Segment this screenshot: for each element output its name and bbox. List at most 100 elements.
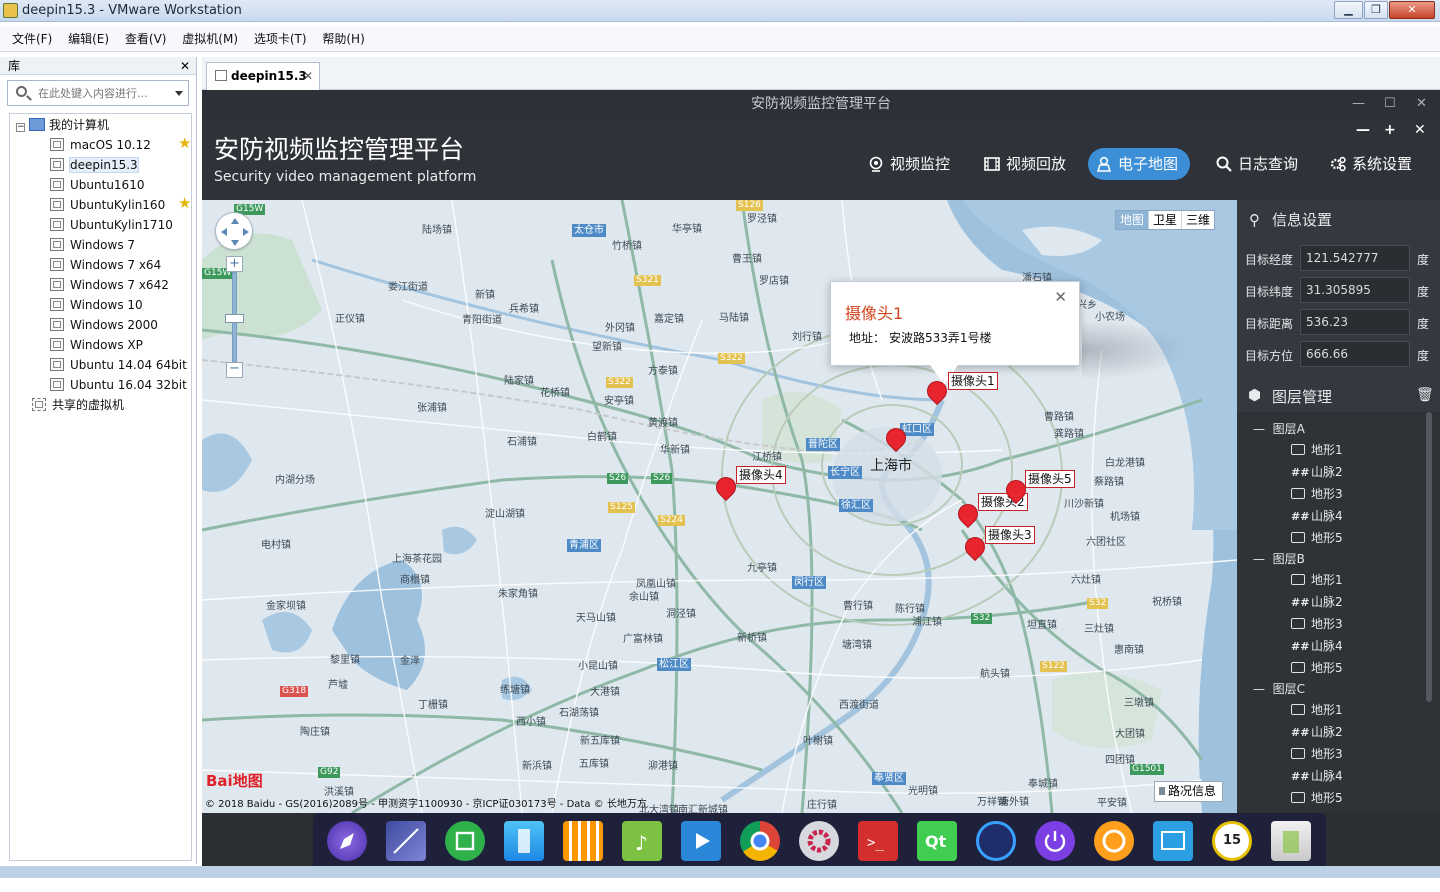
terminal-icon[interactable]: >_ (858, 821, 898, 861)
clock-icon[interactable]: 15 05 (1212, 821, 1252, 882)
traffic-button[interactable]: 路况信息 (1154, 781, 1224, 802)
map-view[interactable]: G15W S126 G15W S321 S322 S322 S26 S26 S1… (202, 200, 1237, 813)
place-label: 黎里镇 (330, 655, 360, 666)
monitor-icon (1291, 704, 1305, 715)
nav-log-query[interactable]: 日志查询 (1208, 148, 1310, 180)
bearing-input[interactable]: 666.66 (1300, 341, 1410, 367)
layer-item[interactable]: ## 山脉4 (1291, 637, 1343, 654)
shopping-bag-icon[interactable] (563, 821, 603, 861)
layer-item[interactable]: 地形1 (1291, 701, 1343, 718)
menu-edit[interactable]: 编辑(E) (62, 26, 115, 52)
zoom-out-button[interactable]: − (226, 362, 243, 378)
chrome-browser-icon[interactable] (740, 821, 780, 861)
layer-item[interactable]: 地形5 (1291, 529, 1343, 546)
layer-item[interactable]: 地形1 (1291, 571, 1343, 588)
menu-file[interactable]: 文件(F) (6, 26, 58, 52)
popup-close-icon[interactable]: ✕ (1054, 288, 1067, 306)
power-icon[interactable] (1035, 821, 1075, 861)
layer-item[interactable]: 地形5 (1291, 659, 1343, 676)
tree-vm-item[interactable]: Ubuntu1610 (50, 176, 144, 194)
app-store-icon[interactable] (445, 821, 485, 861)
map-type-3d[interactable]: 三维 (1182, 211, 1214, 229)
place-label: 丁栅镇 (418, 700, 448, 711)
chevron-down-icon[interactable] (175, 91, 183, 96)
system-monitor-icon[interactable] (1153, 821, 1193, 861)
tree-vm-item[interactable]: Windows 2000 (50, 316, 158, 334)
tree-vm-item[interactable]: macOS 10.12 (50, 136, 151, 154)
longitude-input[interactable]: 121.542777 (1300, 245, 1410, 271)
layer-item[interactable]: ## 山脉4 (1291, 507, 1343, 524)
map-type-map[interactable]: 地图 (1116, 211, 1150, 229)
nav-system-settings[interactable]: 系统设置 (1322, 148, 1424, 180)
tree-vm-item[interactable]: Ubuntu 16.04 32bit (50, 376, 187, 394)
camera-label[interactable]: 摄像头1 (948, 372, 998, 390)
multitask-view-icon[interactable] (386, 821, 426, 861)
zoom-in-button[interactable]: + (226, 256, 243, 272)
distance-input[interactable]: 536.23 (1300, 309, 1410, 335)
guest-maximize-button[interactable]: ☐ (1384, 90, 1396, 118)
tree-root[interactable]: − 我的计算机 (16, 116, 109, 134)
maximize-button[interactable]: ❐ (1364, 1, 1388, 19)
menu-help[interactable]: 帮助(H) (316, 26, 370, 52)
tree-vm-item[interactable]: UbuntuKylin1710 (50, 216, 173, 234)
camera-label[interactable]: 摄像头4 (736, 466, 786, 484)
layer-item[interactable]: 地形1 (1291, 441, 1343, 458)
remote-desktop-icon[interactable] (976, 821, 1016, 861)
layer-item[interactable]: 地形3 (1291, 485, 1343, 502)
latitude-input[interactable]: 31.305895 (1300, 277, 1410, 303)
settings-gear-icon[interactable] (799, 821, 839, 861)
tab-deepin[interactable]: deepin15.3 ✕ (206, 62, 320, 90)
tree-vm-item[interactable]: UbuntuKylin160 (50, 196, 165, 214)
layer-item[interactable]: ## 山脉2 (1291, 593, 1343, 610)
video-player-icon[interactable] (681, 821, 721, 861)
layer-group[interactable]: — 图层C (1253, 680, 1305, 697)
music-player-icon[interactable]: ♪ (622, 821, 662, 861)
collapse-icon[interactable]: − (16, 123, 25, 132)
guest-minimize-button[interactable]: — (1352, 90, 1365, 118)
layer-item[interactable]: 地形5 (1291, 789, 1343, 806)
qt-creator-icon[interactable]: Qt (917, 821, 957, 861)
launcher-rocket-icon[interactable] (327, 821, 367, 861)
tree-vm-item[interactable]: Windows 7 x64 (50, 256, 161, 274)
layer-item[interactable]: ## 山脉4 (1291, 767, 1343, 784)
tree-shared[interactable]: 共享的虚拟机 (32, 396, 124, 414)
app-minimize-button[interactable]: — (1356, 122, 1370, 138)
layer-item[interactable]: 地形3 (1291, 745, 1343, 762)
layer-group[interactable]: — 图层A (1253, 420, 1305, 437)
layer-group[interactable]: — 图层B (1253, 550, 1305, 567)
camera-label[interactable]: 摄像头5 (1025, 470, 1075, 488)
menu-tabs[interactable]: 选项卡(T) (248, 26, 313, 52)
trash-icon[interactable]: 🗑 (1416, 387, 1434, 403)
library-search-input[interactable] (38, 84, 170, 102)
menu-view[interactable]: 查看(V) (119, 26, 173, 52)
tree-vm-item[interactable]: Ubuntu 14.04 64bit (50, 356, 187, 374)
file-manager-icon[interactable] (504, 821, 544, 861)
trash-bin-icon[interactable] (1271, 821, 1311, 861)
guest-close-button[interactable]: ✕ (1416, 90, 1427, 118)
app-maximize-button[interactable]: + (1384, 122, 1396, 138)
layer-item[interactable]: 地形3 (1291, 615, 1343, 632)
nav-video-monitor[interactable]: 视频监控 (860, 148, 962, 180)
menu-vm[interactable]: 虚拟机(M) (176, 26, 244, 52)
nav-video-playback[interactable]: 视频回放 (976, 148, 1078, 180)
tree-vm-item[interactable]: Windows 7 x642 (50, 276, 169, 294)
nav-electronic-map[interactable]: 电子地图 (1088, 148, 1191, 180)
tree-vm-item[interactable]: Windows 7 (50, 236, 135, 254)
tab-close-icon[interactable]: ✕ (303, 63, 313, 89)
library-close-icon[interactable]: ✕ (180, 57, 190, 75)
screenshot-icon[interactable] (1094, 821, 1134, 861)
app-close-button[interactable]: ✕ (1414, 122, 1426, 138)
camera-label[interactable]: 摄像头3 (985, 526, 1035, 544)
layer-item[interactable]: ## 山脉2 (1291, 723, 1343, 740)
close-button[interactable]: ✕ (1389, 1, 1435, 19)
layer-item[interactable]: ## 山脉2 (1291, 463, 1343, 480)
map-type-satellite[interactable]: 卫星 (1149, 211, 1183, 229)
map-pan-control[interactable] (215, 212, 253, 250)
tree-vm-item[interactable]: deepin15.3 (50, 156, 139, 174)
minimize-button[interactable]: ▁ (1334, 1, 1363, 19)
zoom-slider-thumb[interactable] (225, 314, 244, 323)
layer-tree-scrollbar[interactable] (1426, 412, 1432, 702)
tree-vm-item[interactable]: Windows XP (50, 336, 143, 354)
tree-vm-item[interactable]: Windows 10 (50, 296, 143, 314)
place-label: 新浜镇 (522, 761, 552, 772)
